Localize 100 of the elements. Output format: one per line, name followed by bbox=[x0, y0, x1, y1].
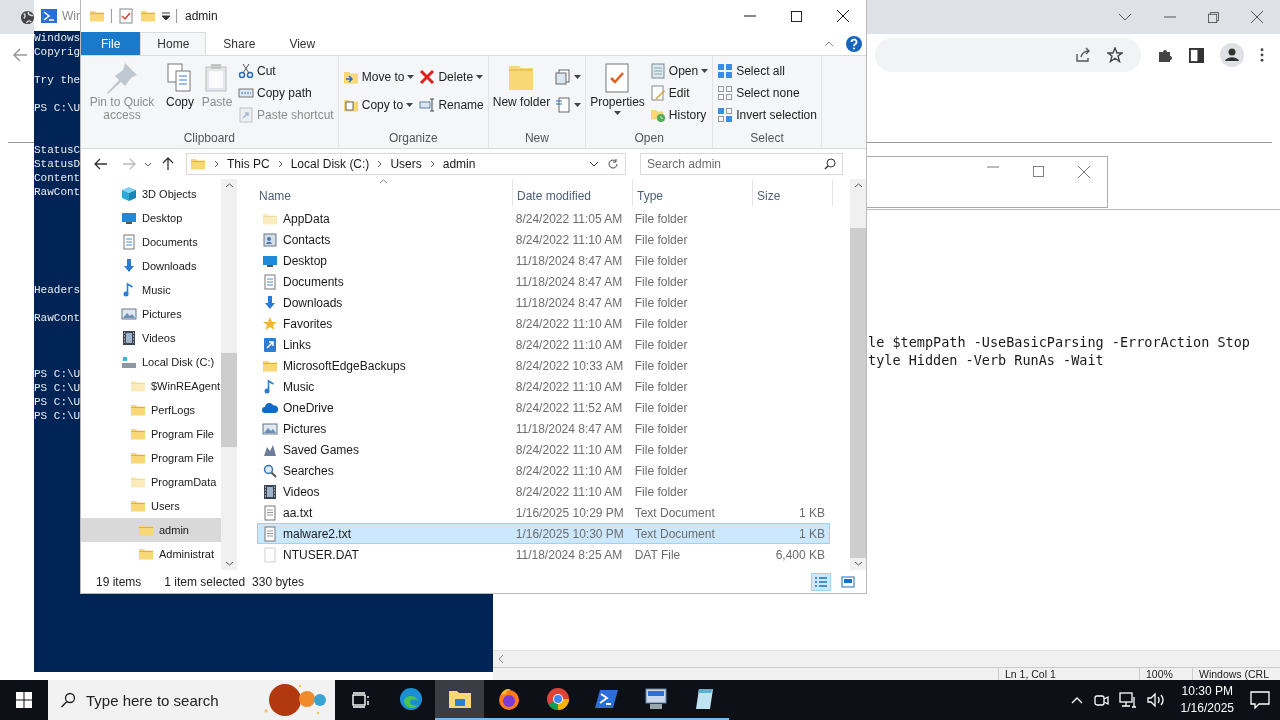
scrollbar[interactable] bbox=[850, 179, 866, 570]
ribbon-button[interactable]: Select all bbox=[715, 61, 819, 81]
ribbon-button[interactable]: Edit bbox=[647, 83, 711, 103]
file-row[interactable]: MicrosoftEdgeBackups 8/24/2022 10:33 AM File folder bbox=[257, 355, 830, 376]
column-header[interactable]: Date modified bbox=[513, 179, 633, 206]
details-view-button[interactable] bbox=[811, 572, 831, 591]
address-bar[interactable]: This PC Local Disk (C:) Users admin bbox=[186, 153, 626, 175]
nav-item[interactable]: Desktop bbox=[81, 206, 221, 230]
nav-item[interactable]: PerfLogs bbox=[81, 398, 221, 422]
file-row[interactable]: Downloads 11/18/2024 8:47 AM File folder bbox=[257, 292, 830, 313]
refresh-icon[interactable] bbox=[607, 158, 619, 170]
scrollbar[interactable] bbox=[221, 179, 237, 570]
file-row[interactable]: AppData 8/24/2022 11:05 AM File folder bbox=[257, 208, 830, 229]
ribbon-button[interactable]: Invert selection bbox=[715, 105, 819, 125]
clock-date[interactable]: 1/16/2025 bbox=[1180, 700, 1234, 717]
file-row[interactable]: Videos 8/24/2022 11:10 AM File folder bbox=[257, 481, 830, 502]
nav-item[interactable]: Videos bbox=[81, 326, 221, 350]
notification-icon[interactable] bbox=[1250, 691, 1270, 709]
ribbon-button[interactable]: Delete bbox=[417, 67, 486, 87]
restore-icon[interactable] bbox=[1208, 11, 1219, 23]
breadcrumb[interactable]: This PC bbox=[227, 157, 270, 171]
chevron-right-icon[interactable] bbox=[277, 160, 283, 168]
nav-item[interactable]: Local Disk (C:) bbox=[81, 350, 221, 374]
ribbon-button[interactable]: Rename bbox=[417, 95, 486, 115]
ribbon-button[interactable] bbox=[553, 95, 584, 115]
search-field[interactable]: Search admin bbox=[640, 153, 843, 175]
nav-item[interactable]: Program File bbox=[81, 422, 221, 446]
scrollbar[interactable] bbox=[493, 650, 1280, 667]
chevron-down-icon[interactable] bbox=[144, 161, 152, 167]
nav-item[interactable]: ProgramData bbox=[81, 470, 221, 494]
scroll-down-icon[interactable] bbox=[224, 561, 234, 566]
speaker-icon[interactable] bbox=[1146, 692, 1165, 708]
close-icon[interactable] bbox=[837, 10, 849, 22]
maximize-icon[interactable] bbox=[791, 10, 802, 22]
camera-icon[interactable] bbox=[1092, 692, 1109, 708]
ribbon-button[interactable]: Cut bbox=[236, 61, 336, 81]
scroll-left-icon[interactable] bbox=[498, 654, 504, 664]
file-row[interactable]: NTUSER.DAT 11/18/2024 8:25 AM DAT File 6,400 KB bbox=[257, 544, 830, 565]
file-row[interactable]: Pictures 11/18/2024 8:47 AM File folder bbox=[257, 418, 830, 439]
task-view-icon[interactable] bbox=[352, 692, 370, 708]
file-row[interactable]: Searches 8/24/2022 11:10 AM File folder bbox=[257, 460, 830, 481]
nav-item[interactable]: Pictures bbox=[81, 302, 221, 326]
nav-item[interactable]: Downloads bbox=[81, 254, 221, 278]
ribbon-tab[interactable]: Share bbox=[206, 32, 273, 55]
ribbon-button[interactable]: Open bbox=[647, 61, 711, 81]
puzzle-icon[interactable] bbox=[1157, 47, 1173, 63]
file-row[interactable]: Desktop 11/18/2024 8:47 AM File folder bbox=[257, 250, 830, 271]
nav-item[interactable]: $WinREAgent bbox=[81, 374, 221, 398]
scroll-up-icon[interactable] bbox=[224, 183, 234, 188]
network-icon[interactable] bbox=[1118, 692, 1137, 708]
collapse-ribbon-icon[interactable] bbox=[824, 40, 834, 47]
address-field[interactable] bbox=[875, 38, 1141, 72]
star-icon[interactable] bbox=[1107, 47, 1123, 63]
scroll-thumb[interactable] bbox=[221, 353, 237, 447]
file-row[interactable]: malware2.txt 1/16/2025 10:30 PM Text Document 1 KB bbox=[257, 523, 830, 544]
ribbon-button[interactable]: Copy to bbox=[340, 95, 417, 115]
dropdown-icon[interactable] bbox=[162, 12, 170, 20]
ribbon-button[interactable]: History bbox=[647, 105, 711, 125]
ribbon-button[interactable]: Select none bbox=[715, 83, 819, 103]
breadcrumb[interactable]: Local Disk (C:) bbox=[290, 157, 370, 171]
nav-item[interactable]: Music bbox=[81, 278, 221, 302]
chevron-down-icon[interactable] bbox=[1118, 13, 1132, 21]
scroll-down-icon[interactable] bbox=[853, 561, 863, 566]
checklist-icon[interactable] bbox=[118, 8, 134, 24]
chevron-right-icon[interactable] bbox=[214, 160, 219, 168]
file-row[interactable]: Documents 11/18/2024 8:47 AM File folder bbox=[257, 271, 830, 292]
help-icon[interactable] bbox=[846, 35, 862, 52]
scroll-up-icon[interactable] bbox=[853, 183, 863, 188]
chevron-right-icon[interactable] bbox=[377, 160, 383, 168]
ribbon-button[interactable]: Properties bbox=[588, 61, 647, 116]
file-row[interactable]: Favorites 8/24/2022 11:10 AM File folder bbox=[257, 313, 830, 334]
file-row[interactable]: Music 8/24/2022 11:10 AM File folder bbox=[257, 376, 830, 397]
clock-time[interactable]: 10:30 PM bbox=[1181, 683, 1233, 700]
nav-item[interactable]: Users bbox=[81, 494, 221, 518]
nav-item[interactable]: 3D Objects bbox=[81, 182, 221, 206]
nav-item[interactable]: Program File bbox=[81, 446, 221, 470]
taskbar-app[interactable] bbox=[435, 680, 484, 720]
share-icon[interactable] bbox=[1075, 47, 1091, 63]
column-header[interactable]: Size bbox=[753, 179, 833, 206]
profile-icon[interactable] bbox=[1220, 43, 1244, 67]
menu-icon[interactable] bbox=[1260, 48, 1264, 62]
up-arrow-icon[interactable] bbox=[162, 157, 174, 171]
windows-logo-icon[interactable] bbox=[16, 692, 32, 708]
ribbon-tab[interactable]: View bbox=[272, 32, 333, 55]
column-header[interactable]: Name bbox=[255, 179, 513, 206]
ribbon-button[interactable]: New folder bbox=[490, 61, 553, 110]
file-row[interactable]: Contacts 8/24/2022 11:10 AM File folder bbox=[257, 229, 830, 250]
search-icon[interactable] bbox=[824, 158, 836, 170]
file-row[interactable]: OneDrive 8/24/2022 11:52 AM File folder bbox=[257, 397, 830, 418]
file-row[interactable]: aa.txt 1/16/2025 10:29 PM Text Document 1 KB bbox=[257, 502, 830, 523]
breadcrumb[interactable]: admin bbox=[442, 157, 476, 171]
file-menu-tab[interactable]: File bbox=[81, 32, 141, 55]
chevron-down-icon[interactable] bbox=[589, 161, 599, 167]
scroll-thumb[interactable] bbox=[850, 228, 866, 558]
back-arrow-icon[interactable] bbox=[94, 158, 108, 170]
ribbon-tab[interactable]: Home bbox=[140, 32, 207, 55]
ribbon-button[interactable]: Copy path bbox=[236, 83, 336, 103]
ribbon-button[interactable] bbox=[553, 67, 584, 87]
ribbon-button[interactable]: Copy bbox=[162, 61, 198, 110]
file-row[interactable]: Links 8/24/2022 11:10 AM File folder bbox=[257, 334, 830, 355]
